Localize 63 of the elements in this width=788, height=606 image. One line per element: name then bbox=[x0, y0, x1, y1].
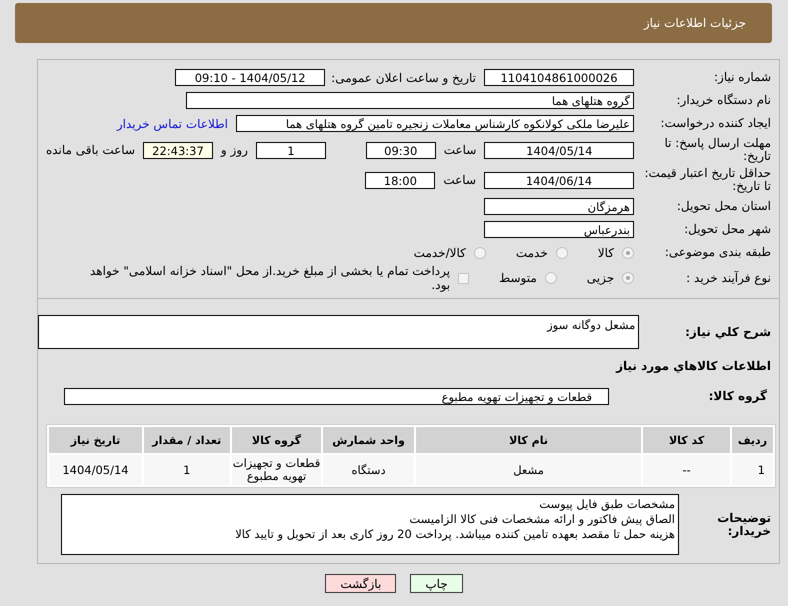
validity-time-field: 18:00 bbox=[365, 172, 436, 188]
field-label: ساعت باقی مانده bbox=[44, 143, 136, 157]
table-cell: 1 bbox=[144, 455, 230, 485]
deadline-date-field: 1404/05/14 bbox=[484, 142, 634, 158]
column-header: تاریخ نیاز bbox=[49, 427, 142, 453]
column-header: تعداد / مقدار bbox=[144, 427, 230, 453]
table-cell: -- bbox=[643, 455, 730, 485]
field-label: شرح كلي نياز: bbox=[684, 326, 772, 338]
option-label: کالا bbox=[598, 246, 614, 260]
table-cell: قطعات و تجهیزات تهویه مطبوع bbox=[232, 455, 322, 485]
validity-date-field: 1404/06/14 bbox=[484, 172, 634, 188]
city-field: بندرعباس bbox=[484, 221, 634, 238]
header-title: جزئیات اطلاعات نیاز bbox=[644, 16, 746, 30]
radio-button[interactable] bbox=[544, 272, 557, 284]
column-header: ردیف bbox=[732, 427, 773, 453]
field-label: نوع فرآیند خرید : bbox=[685, 272, 772, 284]
checkbox[interactable] bbox=[458, 272, 470, 284]
field-label: طبقه بندی موضوعی: bbox=[664, 246, 772, 259]
goods-group-field: قطعات و تجهیزات تهویه مطبوع bbox=[64, 388, 609, 405]
field-label: مهلت ارسال پاسخ: تا تاریخ: bbox=[663, 137, 772, 163]
column-header: گروه کالا bbox=[232, 427, 322, 453]
field-label: شهر محل تحویل: bbox=[683, 223, 772, 236]
announce-date-field: 1404/05/12 - 09:10 bbox=[175, 69, 326, 86]
province-field: هرمزگان bbox=[484, 198, 634, 215]
field-label: تاریخ و ساعت اعلان عمومی: bbox=[330, 70, 477, 84]
option-label: جزیی bbox=[586, 271, 614, 285]
radio-button[interactable] bbox=[622, 272, 634, 284]
deadline-time-field: 09:30 bbox=[366, 142, 436, 158]
section-title: اطلاعات كالاهاي مورد نياز bbox=[614, 358, 772, 373]
field-label: نام دستگاه خریدار: bbox=[676, 94, 772, 107]
field-label: شماره نیاز: bbox=[713, 71, 772, 84]
field-label: توضیحات خریدار: bbox=[716, 512, 772, 538]
table-cell: 1 bbox=[732, 455, 773, 485]
field-label: روز و bbox=[219, 143, 249, 157]
field-label: گروه کالا: bbox=[708, 390, 768, 403]
field-label: حداقل تاریخ اعتبار قیمت: تا تاریخ: bbox=[643, 167, 772, 193]
column-header: کد کالا bbox=[643, 427, 730, 453]
buyer-field: گروه هتلهای هما bbox=[186, 92, 634, 109]
description-field: مشعل دوگانه سوز bbox=[38, 315, 640, 349]
action-button[interactable]: بازگشت bbox=[325, 574, 396, 593]
column-header: نام کالا bbox=[416, 427, 642, 453]
days-field: 1 bbox=[256, 142, 326, 158]
buyer-notes-field: مشخصات طبق فایل پیوست الصاق پیش فاکتور و ارائه مشخصات فنی کالا الزامیست هزینه حمل تا مقصد بعهده تامین کننده میباشد. پرداخت 20 روز کاری بعد از تحویل و تایید کالا bbox=[61, 494, 679, 555]
radio-button[interactable] bbox=[474, 246, 486, 258]
creator-field: علیرضا ملکی کولانکوه کارشناس معاملات زنجیره تامین گروه هتلهای هما bbox=[236, 115, 634, 132]
action-button[interactable]: چاپ bbox=[410, 574, 463, 593]
table-cell: دستگاه bbox=[323, 455, 414, 485]
field-label: ساعت bbox=[442, 143, 478, 157]
field-label: استان محل تحویل: bbox=[676, 200, 772, 213]
field-label: ایجاد کننده درخواست: bbox=[659, 117, 772, 130]
need-number-field: 1104104861000026 bbox=[484, 69, 634, 86]
table-cell: 1404/05/14 bbox=[49, 455, 142, 485]
option-label: پرداخت تمام یا بخشی از مبلغ خرید.از محل "اسناد خزانه اسلامی" خواهد بود. bbox=[88, 264, 450, 292]
column-header: واحد شمارش bbox=[323, 427, 414, 453]
buyer-contact-link[interactable]: اطلاعات تماس خریدار bbox=[116, 116, 236, 130]
radio-button[interactable] bbox=[622, 246, 634, 258]
option-label: متوسط bbox=[499, 271, 537, 285]
field-label: ساعت bbox=[442, 173, 477, 187]
remaining-time-field: 22:43:37 bbox=[143, 142, 213, 158]
table-cell: مشعل bbox=[416, 455, 642, 485]
option-label: کالا/خدمت bbox=[414, 246, 466, 260]
radio-button[interactable] bbox=[556, 246, 568, 258]
option-label: خدمت bbox=[516, 246, 548, 260]
